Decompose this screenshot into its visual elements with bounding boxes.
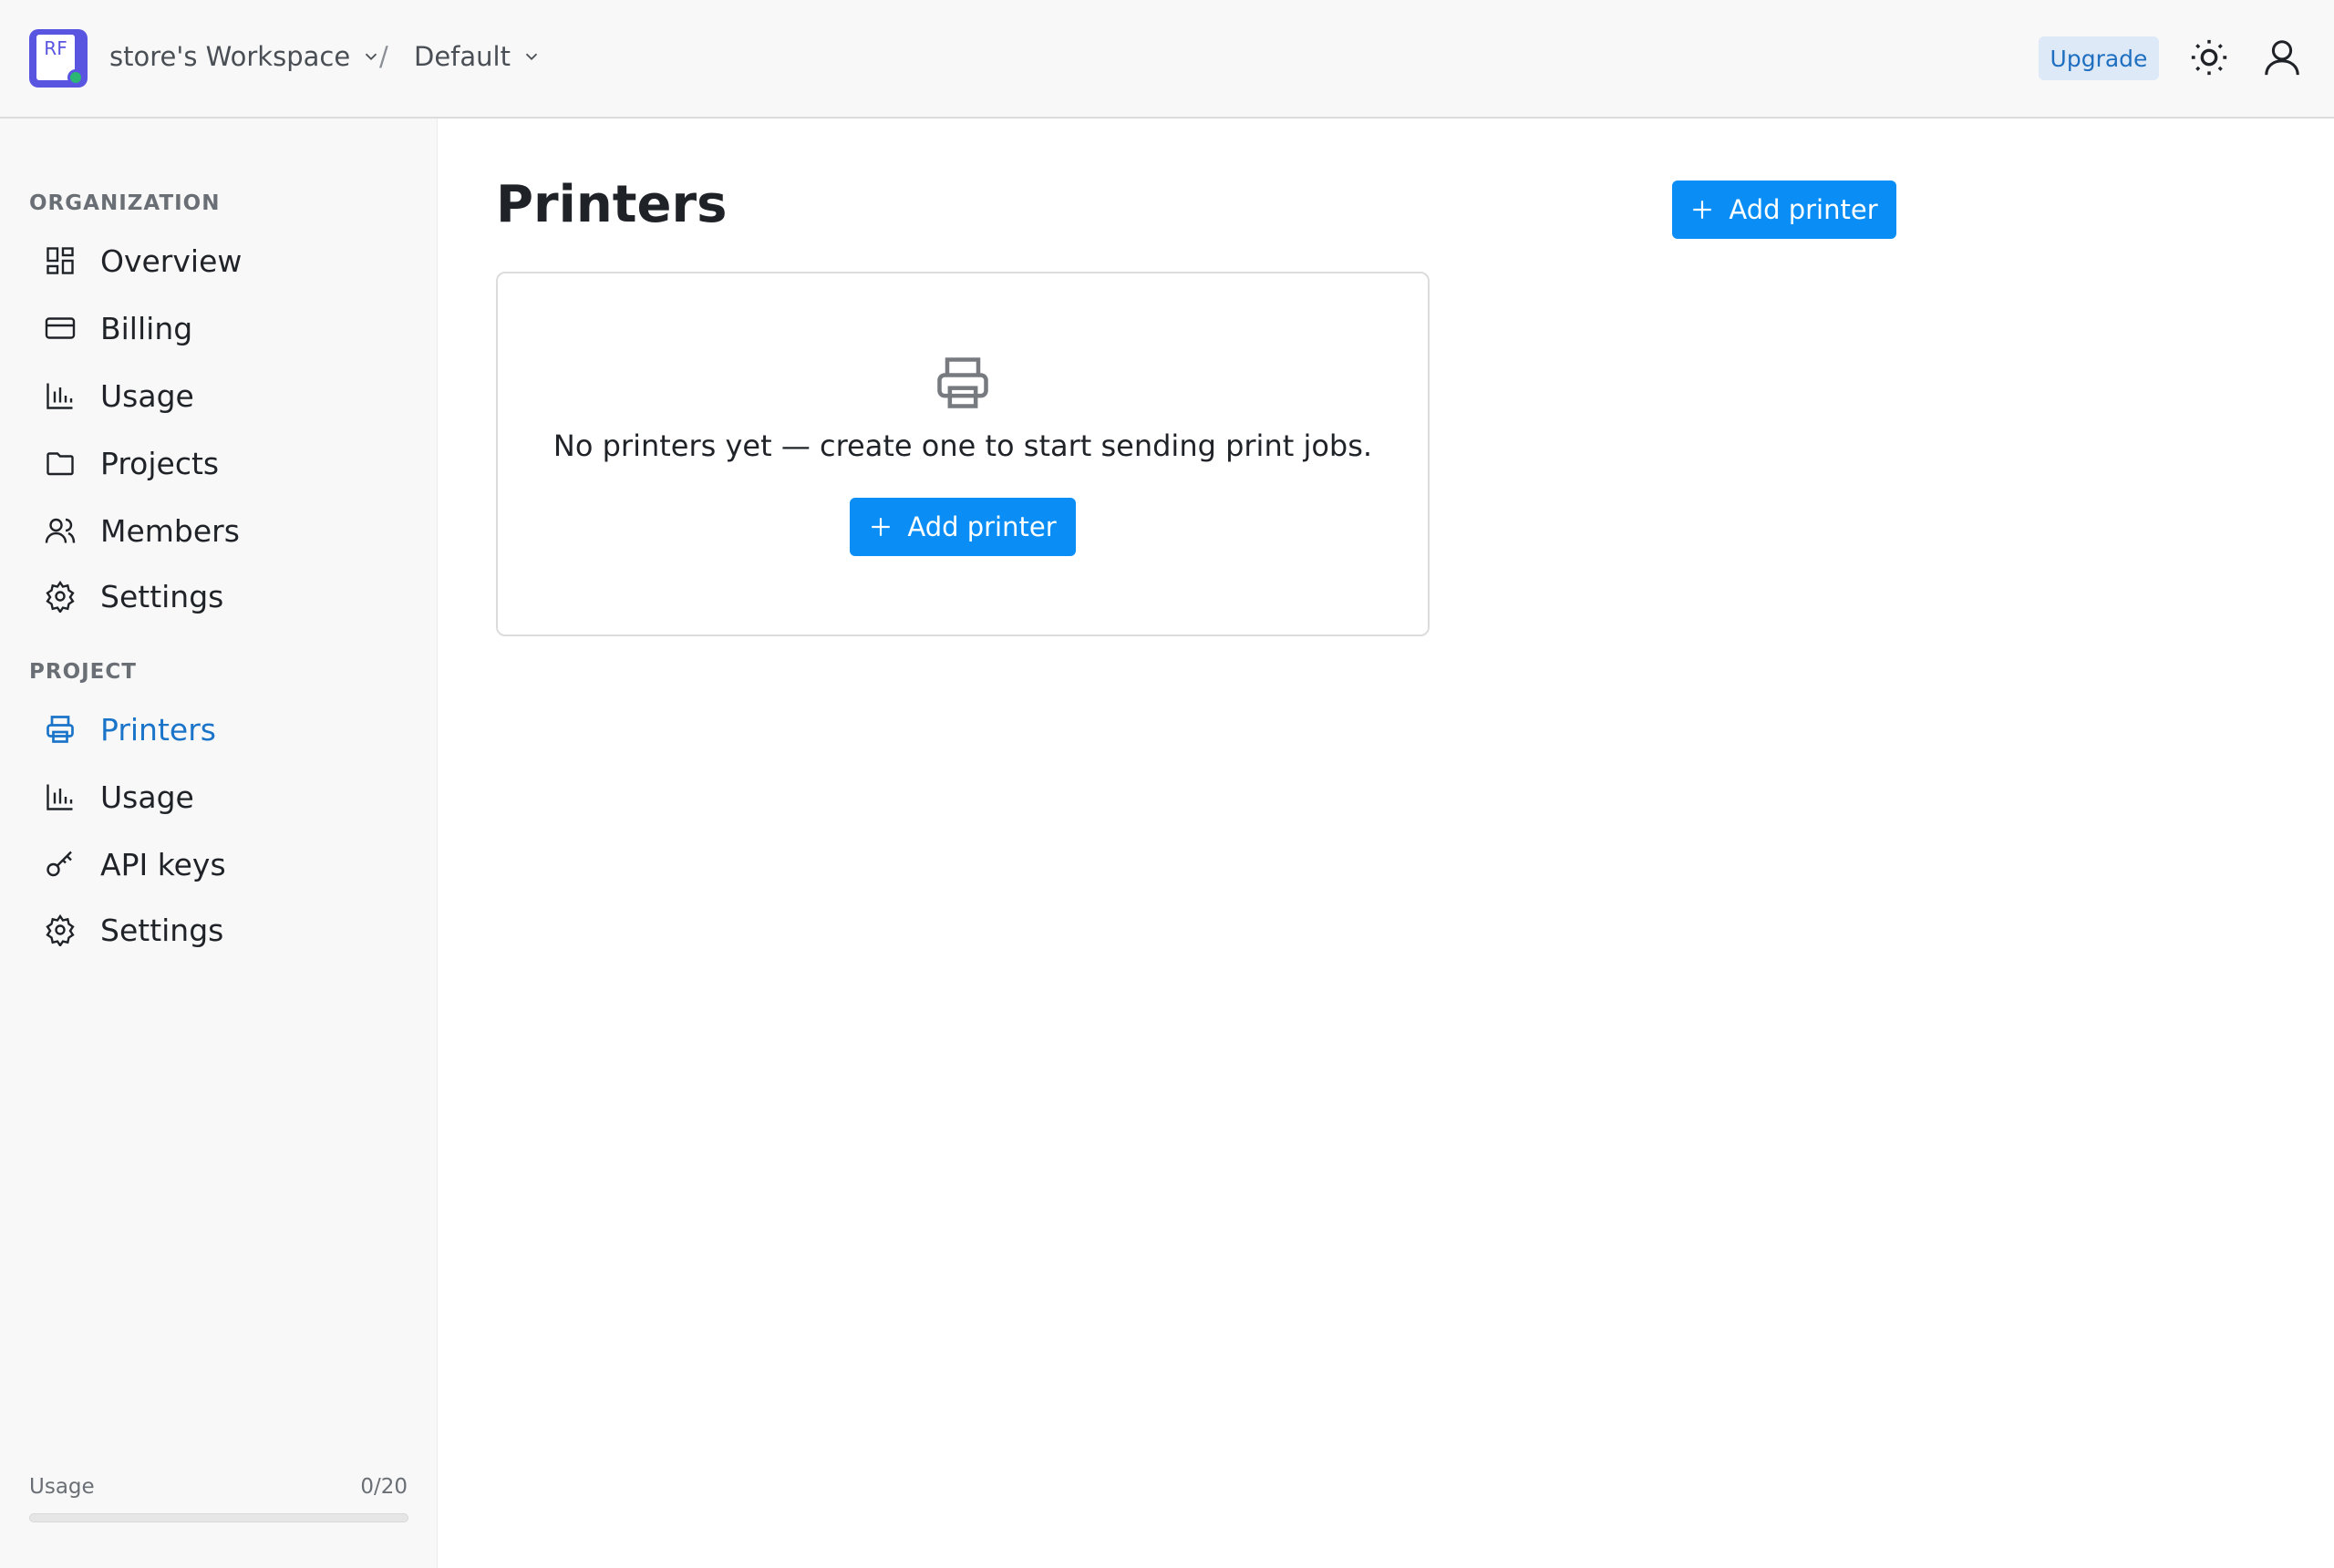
user-icon[interactable] — [2261, 36, 2303, 78]
organization-section-label: ORGANIZATION — [29, 191, 221, 215]
usage-progress-bar — [29, 1513, 408, 1522]
upgrade-button[interactable]: Upgrade — [2039, 36, 2159, 80]
usage-count: 0/20 — [360, 1475, 408, 1499]
sidebar-item-org-settings[interactable]: Settings — [44, 573, 408, 620]
add-printer-button[interactable]: Add printer — [1672, 181, 1896, 239]
empty-state-card: No printers yet — create one to start se… — [496, 272, 1430, 636]
sidebar-item-label: Printers — [100, 711, 216, 748]
check-badge-icon — [67, 69, 84, 86]
sidebar-item-label: API keys — [100, 846, 226, 882]
empty-state-add-printer-label: Add printer — [907, 511, 1057, 542]
sidebar-item-api-keys[interactable]: API keys — [44, 841, 408, 888]
project-selector[interactable]: Default — [414, 36, 542, 77]
users-icon — [45, 518, 76, 543]
workspace-label: store's Workspace — [109, 41, 351, 72]
sidebar-item-label: Settings — [100, 912, 224, 948]
sidebar-item-projects[interactable]: Projects — [44, 439, 408, 487]
sidebar-item-label: Projects — [100, 445, 220, 481]
sidebar-item-label: Members — [100, 512, 240, 549]
add-printer-label: Add printer — [1729, 194, 1878, 225]
empty-state-message: No printers yet — create one to start se… — [553, 428, 1373, 463]
sidebar-item-label: Billing — [100, 310, 193, 346]
sidebar-item-label: Usage — [100, 779, 194, 815]
top-bar: RF store's Workspace / Default Upgrade — [0, 0, 2334, 119]
empty-state-add-printer-button[interactable]: Add printer — [850, 498, 1076, 556]
plus-icon — [1693, 201, 1712, 219]
sidebar-item-label: Overview — [100, 242, 243, 279]
sidebar: ORGANIZATION Overview Billing Usage Proj… — [0, 119, 438, 1568]
sidebar-item-label: Settings — [100, 578, 224, 614]
printer-icon — [937, 357, 988, 408]
plus-icon — [872, 518, 891, 536]
chevron-down-icon — [525, 53, 538, 61]
project-section-label: PROJECT — [29, 660, 137, 684]
bar-chart-icon — [46, 383, 73, 409]
project-label: Default — [414, 41, 511, 72]
sidebar-item-billing[interactable]: Billing — [44, 304, 408, 352]
breadcrumb-separator: / — [379, 41, 388, 72]
page-title: Printers — [496, 175, 728, 234]
sidebar-item-overview[interactable]: Overview — [44, 237, 408, 284]
key-icon — [46, 851, 72, 877]
bar-chart-icon — [46, 784, 73, 810]
usage-label: Usage — [29, 1475, 95, 1499]
sidebar-item-project-settings[interactable]: Settings — [44, 906, 408, 954]
grid-icon — [46, 247, 74, 274]
gear-icon — [46, 580, 75, 613]
sidebar-item-printers[interactable]: Printers — [44, 706, 408, 753]
sun-icon[interactable] — [2188, 36, 2230, 78]
workspace-selector[interactable]: store's Workspace — [109, 36, 381, 77]
app-logo[interactable]: RF — [29, 29, 88, 88]
sidebar-item-usage[interactable]: Usage — [44, 372, 408, 419]
folder-icon — [46, 452, 74, 476]
gear-icon — [46, 913, 75, 946]
credit-card-icon — [45, 317, 76, 339]
sidebar-item-label: Usage — [100, 377, 194, 414]
sidebar-item-project-usage[interactable]: Usage — [44, 773, 408, 820]
chevron-down-icon — [366, 53, 377, 61]
printer-icon — [46, 716, 74, 743]
sidebar-item-members[interactable]: Members — [44, 507, 408, 554]
